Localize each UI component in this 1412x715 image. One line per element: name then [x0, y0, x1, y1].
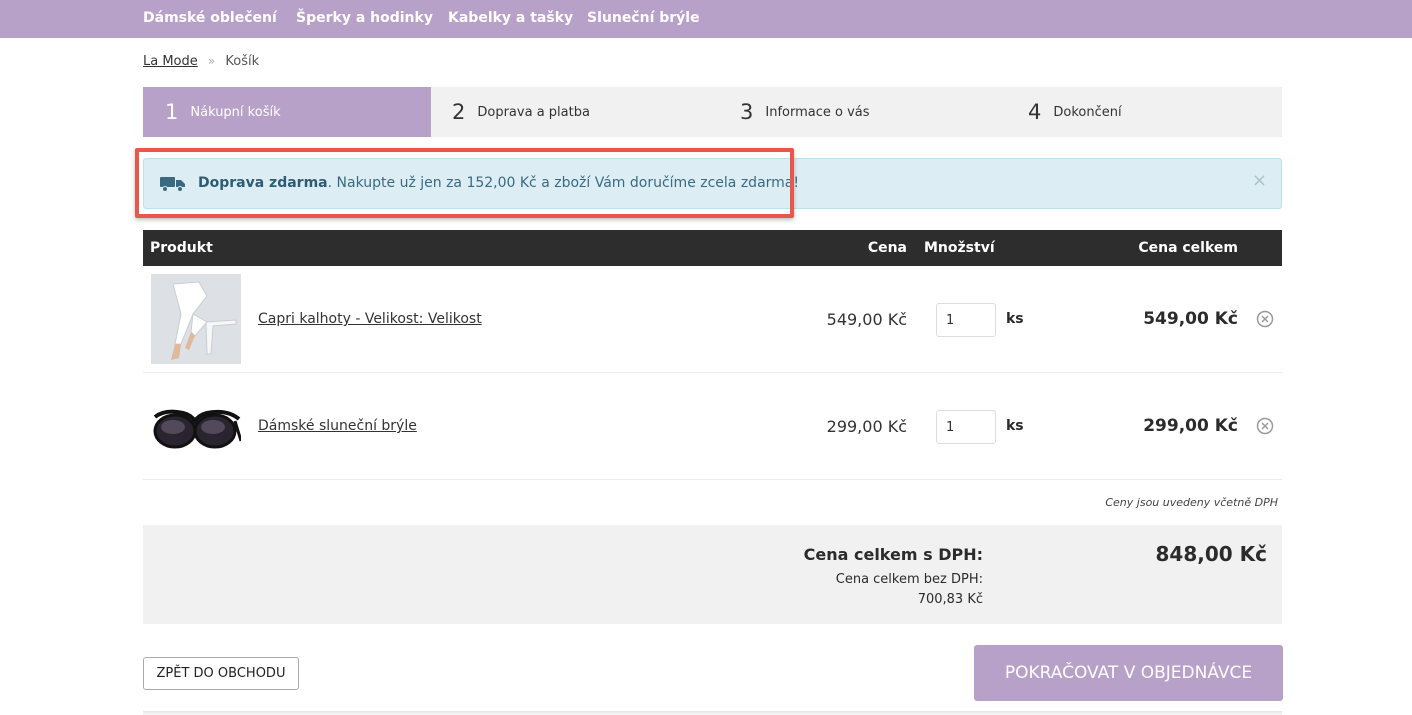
product-price: 299,00 Kč [826, 417, 907, 436]
product-link-capri-pants[interactable]: Capri kalhoty - Velikost: Velikost [258, 266, 482, 373]
product-price: 549,00 Kč [826, 310, 907, 329]
cart-summary: Cena celkem s DPH: Cena celkem bez DPH: … [143, 525, 1282, 624]
step-label: Dokončení [1053, 104, 1122, 120]
footer-divider [143, 711, 1282, 715]
quantity-unit: ks [1006, 418, 1024, 434]
quantity-unit: ks [1006, 311, 1024, 327]
total-with-vat-label: Cena celkem s DPH: [803, 545, 983, 564]
nav-item-kabelky-a-tasky[interactable]: Kabelky a tašky [448, 0, 573, 38]
step-label: Doprava a platba [477, 104, 590, 120]
total-with-vat-value: 848,00 Kč [1155, 542, 1268, 566]
back-to-shop-button[interactable]: ZPĚT DO OBCHODU [143, 657, 299, 690]
header-price: Cena [867, 240, 907, 256]
breadcrumb-current: Košík [225, 54, 260, 69]
step-label: Nákupní košík [190, 104, 281, 120]
breadcrumb: La Mode » Košík [143, 54, 259, 69]
remove-item-icon[interactable] [1256, 417, 1274, 435]
cart-table-header: Produkt Cena Množství Cena celkem [143, 230, 1282, 266]
notice-highlight-frame [135, 148, 794, 218]
checkout-steps: 1 Nákupní košík 2 Doprava a platba 3 Inf… [143, 87, 1282, 137]
nav-item-slunecni-bryle[interactable]: Sluneční brýle [587, 0, 700, 38]
step-number: 3 [740, 100, 754, 124]
top-navigation: Dámské oblečení Šperky a hodinky Kabelky… [0, 0, 1412, 38]
step-number: 1 [165, 100, 179, 124]
table-row: Dámské sluneční brýle 299,00 Kč ks 299,0… [143, 373, 1282, 480]
nav-item-sperky-a-hodinky[interactable]: Šperky a hodinky [296, 0, 433, 38]
breadcrumb-separator: » [207, 54, 216, 68]
breadcrumb-home-link[interactable]: La Mode [143, 54, 198, 69]
product-image-sunglasses[interactable] [151, 381, 243, 471]
step-completion[interactable]: 4 Dokončení [1028, 87, 1122, 137]
continue-order-button[interactable]: POKRAČOVAT V OBJEDNÁVCE [974, 645, 1283, 701]
step-number: 2 [452, 100, 466, 124]
header-total: Cena celkem [1138, 240, 1238, 256]
row-total: 299,00 Kč [1143, 416, 1238, 436]
header-quantity: Množství [924, 240, 995, 256]
step-customer-info[interactable]: 3 Informace o vás [740, 87, 870, 137]
quantity-input[interactable] [936, 410, 996, 444]
quantity-input[interactable] [936, 303, 996, 337]
close-icon[interactable]: × [1252, 172, 1267, 190]
total-without-vat-value: 700,83 Kč [917, 592, 983, 607]
product-link-sunglasses[interactable]: Dámské sluneční brýle [258, 373, 417, 480]
total-without-vat-label: Cena celkem bez DPH: [835, 572, 983, 587]
remove-item-icon[interactable] [1256, 310, 1274, 328]
step-shipping-payment[interactable]: 2 Doprava a platba [452, 87, 590, 137]
nav-item-damske-obleceni[interactable]: Dámské oblečení [143, 0, 277, 38]
header-product: Produkt [150, 240, 213, 256]
product-image-capri-pants[interactable] [151, 274, 241, 364]
vat-note: Ceny jsou uvedeny včetně DPH [1105, 496, 1278, 509]
step-label: Informace o vás [765, 104, 870, 120]
row-total: 549,00 Kč [1143, 309, 1238, 329]
step-cart[interactable]: 1 Nákupní košík [165, 87, 281, 137]
active-step-arrow [419, 87, 431, 137]
table-row: Capri kalhoty - Velikost: Velikost 549,0… [143, 266, 1282, 373]
step-number: 4 [1028, 100, 1042, 124]
